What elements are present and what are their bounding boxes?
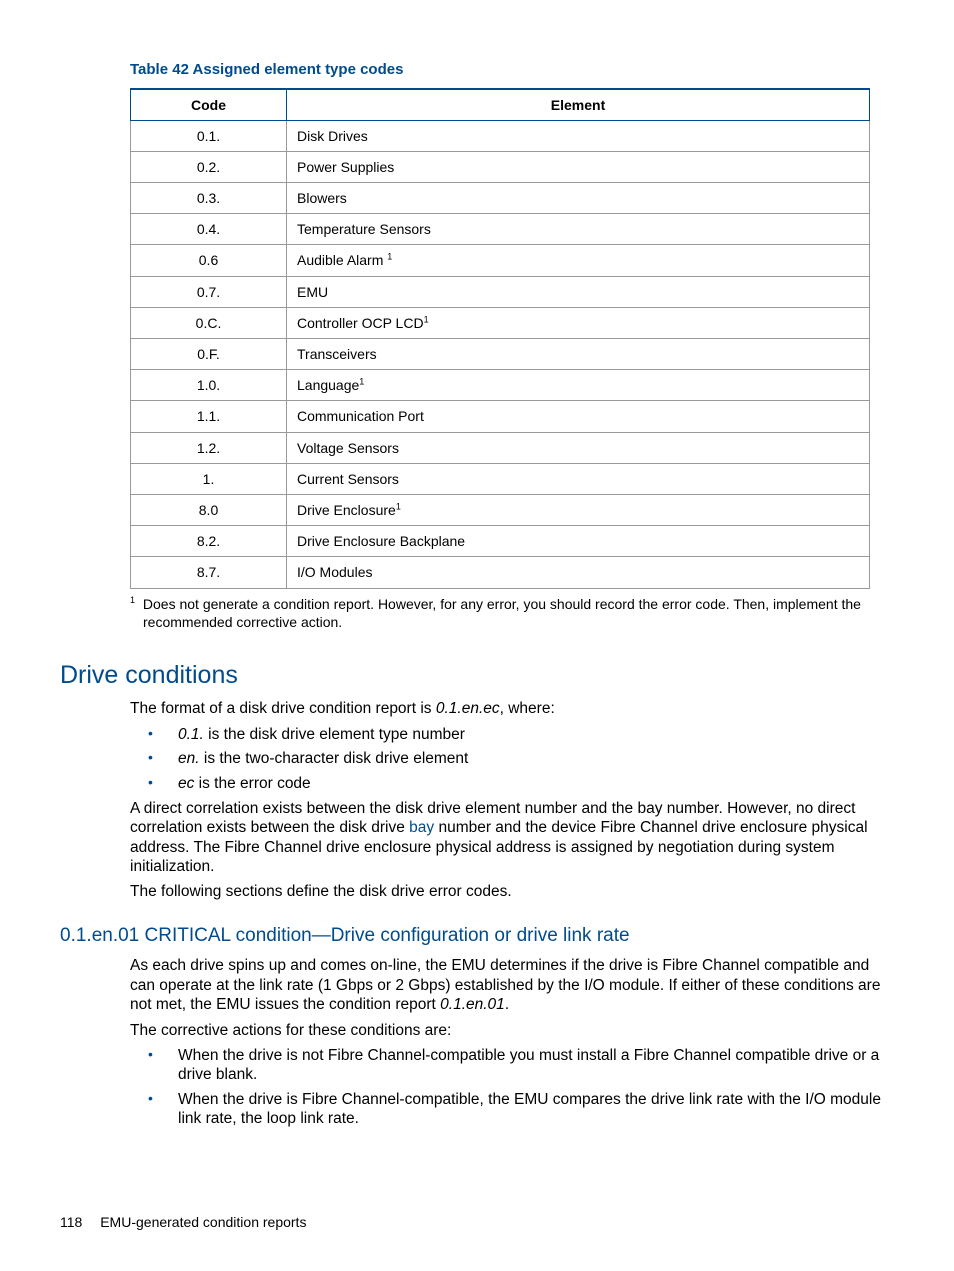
cell-code: 0.7.	[131, 276, 287, 307]
corrective-intro: The corrective actions for these conditi…	[130, 1021, 894, 1040]
cell-element: Communication Port	[287, 401, 870, 432]
cell-element: Transceivers	[287, 339, 870, 370]
table-row: 8.2.Drive Enclosure Backplane	[131, 526, 870, 557]
format-code: 0.1.en.ec	[436, 700, 500, 717]
table-row: 0.C.Controller OCP LCD1	[131, 307, 870, 338]
footnote-text: Does not generate a condition report. Ho…	[143, 596, 861, 630]
sup-ref: 1	[396, 501, 401, 511]
em: en.	[178, 750, 200, 767]
table-caption: Table 42 Assigned element type codes	[130, 60, 894, 80]
section-drive-conditions: Drive conditions	[60, 659, 894, 692]
cell-code: 0.C.	[131, 307, 287, 338]
cell-element: Power Supplies	[287, 151, 870, 182]
txt: is the error code	[194, 775, 310, 792]
table-row: 1.0.Language1	[131, 370, 870, 401]
cell-code: 0.4.	[131, 214, 287, 245]
page-footer: 118 EMU-generated condition reports	[60, 1213, 306, 1231]
cell-element: Controller OCP LCD1	[287, 307, 870, 338]
cell-code: 0.6	[131, 245, 287, 276]
cell-element: Drive Enclosure1	[287, 494, 870, 525]
table-row: 0.7.EMU	[131, 276, 870, 307]
list-item: 0.1. is the disk drive element type numb…	[148, 725, 894, 744]
th-element: Element	[287, 89, 870, 121]
cell-code: 8.7.	[131, 557, 287, 588]
correlation-paragraph: A direct correlation exists between the …	[130, 799, 894, 877]
cell-code: 1.0.	[131, 370, 287, 401]
txt: .	[505, 996, 509, 1013]
sup-ref: 1	[424, 314, 429, 324]
drive-format-intro: The format of a disk drive condition rep…	[130, 699, 894, 718]
table-footnote: 1 Does not generate a condition report. …	[130, 595, 894, 631]
footer-title: EMU-generated condition reports	[100, 1214, 306, 1230]
cell-code: 1.1.	[131, 401, 287, 432]
cell-code: 0.1.	[131, 120, 287, 151]
cell-element: Language1	[287, 370, 870, 401]
cell-element: Disk Drives	[287, 120, 870, 151]
th-code: Code	[131, 89, 287, 121]
cell-code: 0.2.	[131, 151, 287, 182]
sup-ref: 1	[387, 252, 392, 262]
txt: , where:	[500, 700, 555, 717]
cell-element: Drive Enclosure Backplane	[287, 526, 870, 557]
cell-code: 0.F.	[131, 339, 287, 370]
table-row: 8.7.I/O Modules	[131, 557, 870, 588]
txt: is the two-character disk drive element	[200, 750, 469, 767]
cell-element: Temperature Sensors	[287, 214, 870, 245]
cell-code: 1.2.	[131, 432, 287, 463]
table-row: 0.4.Temperature Sensors	[131, 214, 870, 245]
cell-element: I/O Modules	[287, 557, 870, 588]
list-item: When the drive is Fibre Channel-compatib…	[148, 1090, 894, 1129]
table-row: 0.3.Blowers	[131, 183, 870, 214]
table-row: 1.2.Voltage Sensors	[131, 432, 870, 463]
table-row: 0.2.Power Supplies	[131, 151, 870, 182]
following-sections: The following sections define the disk d…	[130, 882, 894, 901]
cell-element: Audible Alarm 1	[287, 245, 870, 276]
cell-element: EMU	[287, 276, 870, 307]
cell-code: 8.0	[131, 494, 287, 525]
sup-ref: 1	[359, 377, 364, 387]
em: 0.1.en.01	[440, 996, 505, 1013]
bay-link[interactable]: bay	[409, 819, 434, 836]
element-type-codes-table: Code Element 0.1.Disk Drives0.2.Power Su…	[130, 88, 870, 589]
em: ec	[178, 775, 194, 792]
table-row: 1.1.Communication Port	[131, 401, 870, 432]
table-row: 1.Current Sensors	[131, 463, 870, 494]
cell-element: Voltage Sensors	[287, 432, 870, 463]
cell-code: 0.3.	[131, 183, 287, 214]
txt: is the disk drive element type number	[204, 726, 465, 743]
txt: The format of a disk drive condition rep…	[130, 700, 436, 717]
cell-code: 1.	[131, 463, 287, 494]
table-row: 0.1.Disk Drives	[131, 120, 870, 151]
em: 0.1.	[178, 726, 204, 743]
critical-desc: As each drive spins up and comes on-line…	[130, 956, 894, 1014]
subsection-critical: 0.1.en.01 CRITICAL condition—Drive confi…	[60, 924, 894, 949]
cell-code: 8.2.	[131, 526, 287, 557]
list-item: ec is the error code	[148, 774, 894, 793]
table-row: 0.F.Transceivers	[131, 339, 870, 370]
list-item: en. is the two-character disk drive elem…	[148, 749, 894, 768]
page-number: 118	[60, 1214, 82, 1230]
table-row: 8.0Drive Enclosure1	[131, 494, 870, 525]
cell-element: Blowers	[287, 183, 870, 214]
cell-element: Current Sensors	[287, 463, 870, 494]
footnote-marker: 1	[130, 595, 135, 605]
table-row: 0.6Audible Alarm 1	[131, 245, 870, 276]
list-item: When the drive is not Fibre Channel-comp…	[148, 1046, 894, 1085]
